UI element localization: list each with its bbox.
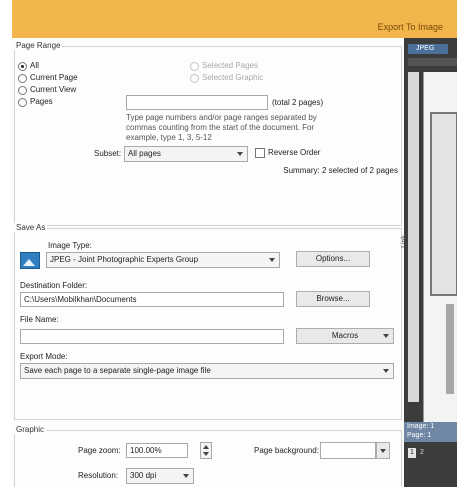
subset-select[interactable]: All pages bbox=[124, 146, 248, 162]
window-title: Export To Image bbox=[377, 22, 443, 32]
picture-icon bbox=[20, 252, 40, 269]
page-background-label: Page background: bbox=[254, 446, 319, 455]
destination-label: Destination Folder: bbox=[20, 281, 88, 290]
graphic-legend: Graphic bbox=[14, 425, 47, 434]
radio-selected-pages-label: Selected Pages bbox=[202, 61, 259, 70]
page-zoom-input[interactable]: 100.00% bbox=[126, 443, 188, 458]
radio-selected-graphic-label: Selected Graphic bbox=[202, 73, 264, 82]
radio-all-label: All bbox=[30, 61, 39, 70]
page-preview-graphic bbox=[430, 112, 457, 296]
chevron-down-icon bbox=[383, 369, 389, 373]
chevron-down-icon bbox=[269, 258, 275, 262]
file-name-label: File Name: bbox=[20, 315, 59, 324]
reverse-order-checkbox[interactable] bbox=[255, 148, 265, 158]
chevron-down-icon bbox=[183, 474, 189, 478]
preview-panel: JPEG Link Image: 1 Page: 1 1 2 bbox=[400, 38, 457, 487]
radio-pages-label: Pages bbox=[30, 97, 53, 106]
radio-current-view[interactable] bbox=[18, 86, 27, 95]
destination-value: C:\Users\Mobilkhan\Documents bbox=[24, 295, 137, 304]
pages-input[interactable] bbox=[126, 95, 268, 110]
file-name-input[interactable] bbox=[20, 329, 284, 344]
image-type-value: JPEG - Joint Photographic Experts Group bbox=[50, 255, 199, 264]
save-as-legend: Save As bbox=[14, 223, 48, 232]
page-background-dropdown[interactable] bbox=[376, 442, 390, 459]
chevron-down-icon bbox=[383, 334, 389, 338]
chevron-down-icon bbox=[380, 448, 386, 453]
export-dialog: Page Range All Current Page Current View… bbox=[12, 38, 404, 487]
vertical-ruler bbox=[408, 72, 419, 402]
preview-tab-label: JPEG bbox=[416, 45, 435, 52]
image-type-label: Image Type: bbox=[48, 241, 92, 250]
radio-selected-graphic[interactable] bbox=[190, 74, 199, 83]
export-mode-label: Export Mode: bbox=[20, 352, 68, 361]
spinner-arrows-icon[interactable] bbox=[200, 442, 212, 459]
export-mode-value: Save each page to a separate single-page… bbox=[24, 366, 211, 375]
page-preview-strip bbox=[446, 304, 454, 394]
macros-label: Macros bbox=[331, 331, 359, 340]
resolution-select[interactable]: 300 dpi bbox=[126, 468, 194, 484]
subset-value: All pages bbox=[128, 149, 161, 158]
page-number: 1 bbox=[410, 449, 414, 456]
image-info-bar: Image: 1 Page: 1 bbox=[404, 422, 457, 442]
page-number-box[interactable]: 1 bbox=[408, 448, 416, 458]
radio-selected-pages[interactable] bbox=[190, 62, 199, 71]
summary-text: Summary: 2 selected of 2 pages bbox=[283, 166, 398, 175]
pages-hint: Type page numbers and/or page ranges sep… bbox=[126, 113, 317, 142]
reverse-order-label: Reverse Order bbox=[268, 148, 321, 157]
destination-input[interactable]: C:\Users\Mobilkhan\Documents bbox=[20, 292, 284, 307]
options-button[interactable]: Options... bbox=[296, 251, 370, 267]
chevron-down-icon bbox=[237, 152, 243, 156]
page-range-legend: Page Range bbox=[14, 41, 63, 50]
window-titlebar: Export To Image bbox=[12, 0, 457, 38]
page-background-color-picker[interactable] bbox=[320, 442, 376, 459]
browse-button[interactable]: Browse... bbox=[296, 291, 370, 307]
resolution-label: Resolution: bbox=[78, 471, 119, 480]
image-type-select[interactable]: JPEG - Joint Photographic Experts Group bbox=[46, 252, 280, 268]
subset-label: Subset: bbox=[94, 149, 122, 158]
preview-toolbar bbox=[408, 58, 457, 66]
page-zoom-value: 100.00% bbox=[130, 446, 162, 455]
page-zoom-label: Page zoom: bbox=[78, 446, 121, 455]
page-count: 2 bbox=[420, 449, 424, 456]
macros-button[interactable]: Macros bbox=[296, 328, 394, 344]
preview-tab[interactable]: JPEG bbox=[408, 44, 448, 54]
radio-current-page-label: Current Page bbox=[30, 73, 78, 82]
export-mode-select[interactable]: Save each page to a separate single-page… bbox=[20, 363, 394, 379]
ruler-label: Link bbox=[400, 235, 408, 248]
resolution-value: 300 dpi bbox=[130, 471, 157, 480]
total-pages-label: (total 2 pages) bbox=[272, 98, 324, 107]
image-info-1: Image: 1 bbox=[407, 423, 435, 430]
radio-current-page[interactable] bbox=[18, 74, 27, 83]
radio-pages[interactable] bbox=[18, 98, 27, 107]
image-info-2: Page: 1 bbox=[407, 432, 432, 439]
radio-all[interactable] bbox=[18, 62, 27, 71]
page-preview bbox=[423, 72, 457, 422]
radio-current-view-label: Current View bbox=[30, 85, 77, 94]
